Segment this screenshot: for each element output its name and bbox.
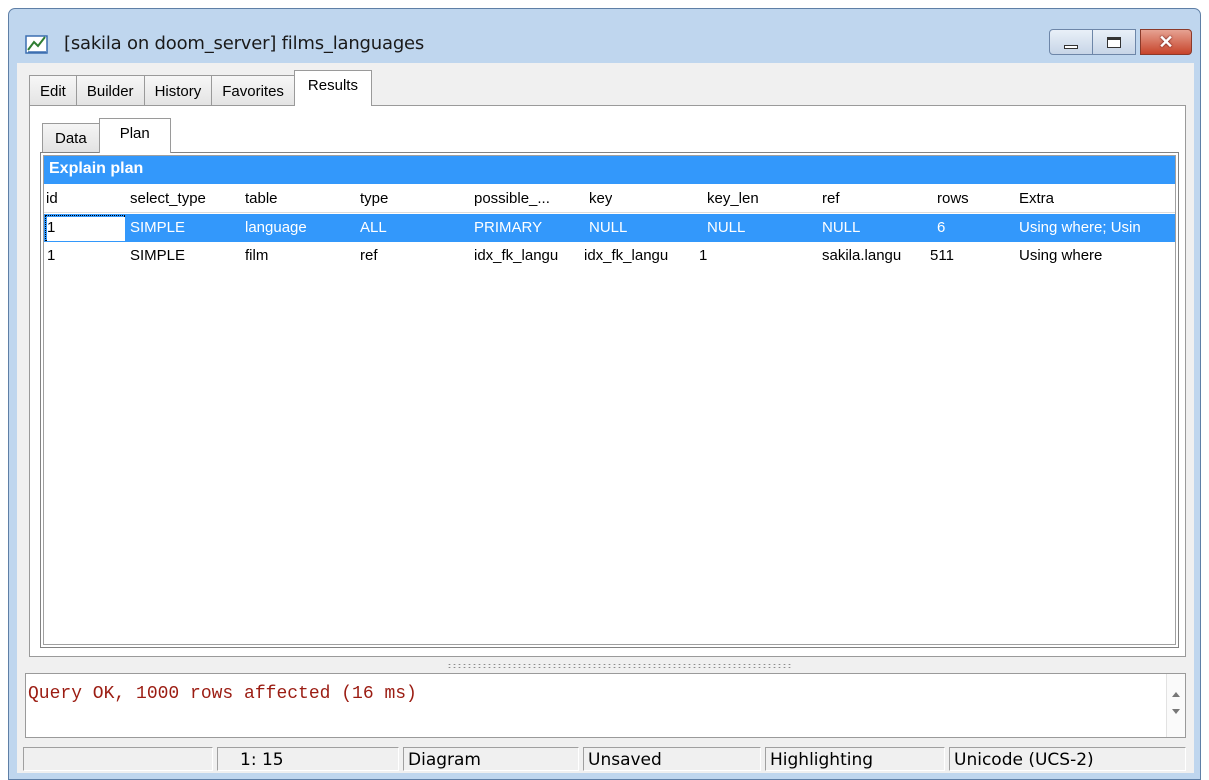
editor-tabs: Edit Builder History Favorites Results bbox=[29, 70, 372, 106]
cell-rows: 6 bbox=[937, 219, 946, 236]
cell-type: ref bbox=[360, 247, 378, 264]
cell-extra: Using where bbox=[1019, 247, 1103, 264]
cell-possible-keys: idx_fk_langu bbox=[474, 247, 559, 264]
column-header-row: id select_type table type possible_... k… bbox=[44, 185, 1175, 213]
status-encoding: Unicode (UCS-2) bbox=[949, 747, 1186, 771]
table-row[interactable]: 1 SIMPLE language ALL PRIMARY NULL NULL … bbox=[44, 214, 1175, 242]
scroll-up-icon[interactable] bbox=[1172, 692, 1180, 697]
column-header-table[interactable]: table bbox=[245, 190, 278, 207]
cell-id: 1 bbox=[47, 247, 56, 264]
cell-key: idx_fk_langu bbox=[584, 247, 669, 264]
close-icon: ✕ bbox=[1158, 32, 1174, 52]
close-button[interactable]: ✕ bbox=[1140, 29, 1192, 55]
tab-history[interactable]: History bbox=[143, 75, 213, 106]
results-panel: Data Plan Explain plan id select_type ta… bbox=[29, 105, 1186, 657]
maximize-icon bbox=[1107, 36, 1121, 48]
status-saved: Unsaved bbox=[583, 747, 761, 771]
cell-select-type: SIMPLE bbox=[130, 247, 186, 264]
tab-favorites[interactable]: Favorites bbox=[211, 75, 295, 106]
minimize-icon bbox=[1064, 45, 1078, 49]
cell-rows: 511 bbox=[930, 247, 954, 264]
cell-id: 1 bbox=[47, 219, 56, 236]
status-cursor-position: 1: 15 bbox=[217, 747, 399, 771]
cell-ref: NULL bbox=[822, 219, 861, 236]
cell-possible-keys: PRIMARY bbox=[474, 219, 543, 236]
scroll-down-icon[interactable] bbox=[1172, 709, 1180, 714]
minimize-button[interactable] bbox=[1049, 29, 1093, 55]
plan-grid[interactable]: Explain plan id select_type table type p… bbox=[40, 152, 1179, 648]
cell-type: ALL bbox=[360, 219, 387, 236]
log-message: Query OK, 1000 rows affected (16 ms) bbox=[28, 684, 417, 704]
cell-select-type: SIMPLE bbox=[130, 219, 186, 236]
tab-edit[interactable]: Edit bbox=[29, 75, 77, 106]
tab-data[interactable]: Data bbox=[42, 123, 100, 153]
tab-builder[interactable]: Builder bbox=[75, 75, 145, 106]
title-bar[interactable]: [sakila on doom_server] films_languages … bbox=[9, 9, 1200, 71]
query-window: [sakila on doom_server] films_languages … bbox=[8, 8, 1201, 780]
cell-table: film bbox=[245, 247, 269, 264]
status-mode: Diagram bbox=[403, 747, 579, 771]
plan-header: Explain plan bbox=[44, 156, 1175, 184]
window-title: [sakila on doom_server] films_languages bbox=[64, 33, 425, 54]
query-builder-icon bbox=[25, 35, 48, 54]
table-row[interactable]: 1 SIMPLE film ref idx_fk_langu idx_fk_la… bbox=[44, 242, 1175, 270]
focus-cell-fill bbox=[47, 217, 125, 241]
column-header-key[interactable]: key bbox=[589, 190, 612, 207]
column-header-key-len[interactable]: key_len bbox=[707, 190, 759, 207]
cell-ref: sakila.langu bbox=[822, 247, 902, 264]
cell-key-len: 1 bbox=[699, 247, 708, 264]
cell-key-len: NULL bbox=[707, 219, 746, 236]
column-header-id[interactable]: id bbox=[46, 190, 58, 207]
focus-cell bbox=[45, 215, 125, 241]
results-tabs: Data Plan bbox=[42, 117, 171, 153]
tab-plan[interactable]: Plan bbox=[98, 118, 171, 153]
cell-table: language bbox=[245, 219, 307, 236]
column-header-ref[interactable]: ref bbox=[822, 190, 840, 207]
status-highlighting: Highlighting bbox=[765, 747, 945, 771]
status-panel-empty bbox=[23, 747, 213, 771]
status-bar: 1: 15 Diagram Unsaved Highlighting Unico… bbox=[17, 745, 1194, 773]
log-scrollbar[interactable] bbox=[1166, 674, 1185, 737]
tab-results[interactable]: Results bbox=[293, 70, 372, 106]
client-area: Edit Builder History Favorites Results D… bbox=[17, 63, 1194, 773]
column-header-type[interactable]: type bbox=[360, 190, 388, 207]
column-header-select-type[interactable]: select_type bbox=[130, 190, 206, 207]
caption-buttons: ✕ bbox=[1049, 29, 1192, 55]
maximize-button[interactable] bbox=[1092, 29, 1136, 55]
column-header-rows[interactable]: rows bbox=[937, 190, 969, 207]
splitter-handle[interactable] bbox=[447, 663, 791, 668]
message-log[interactable]: Query OK, 1000 rows affected (16 ms) bbox=[25, 673, 1186, 738]
cell-key: NULL bbox=[589, 219, 628, 236]
plan-grid-inner: Explain plan id select_type table type p… bbox=[43, 155, 1176, 645]
column-header-possible-keys[interactable]: possible_... bbox=[474, 190, 581, 207]
cell-extra: Using where; Usin bbox=[1019, 219, 1141, 236]
column-header-extra[interactable]: Extra bbox=[1019, 190, 1054, 207]
